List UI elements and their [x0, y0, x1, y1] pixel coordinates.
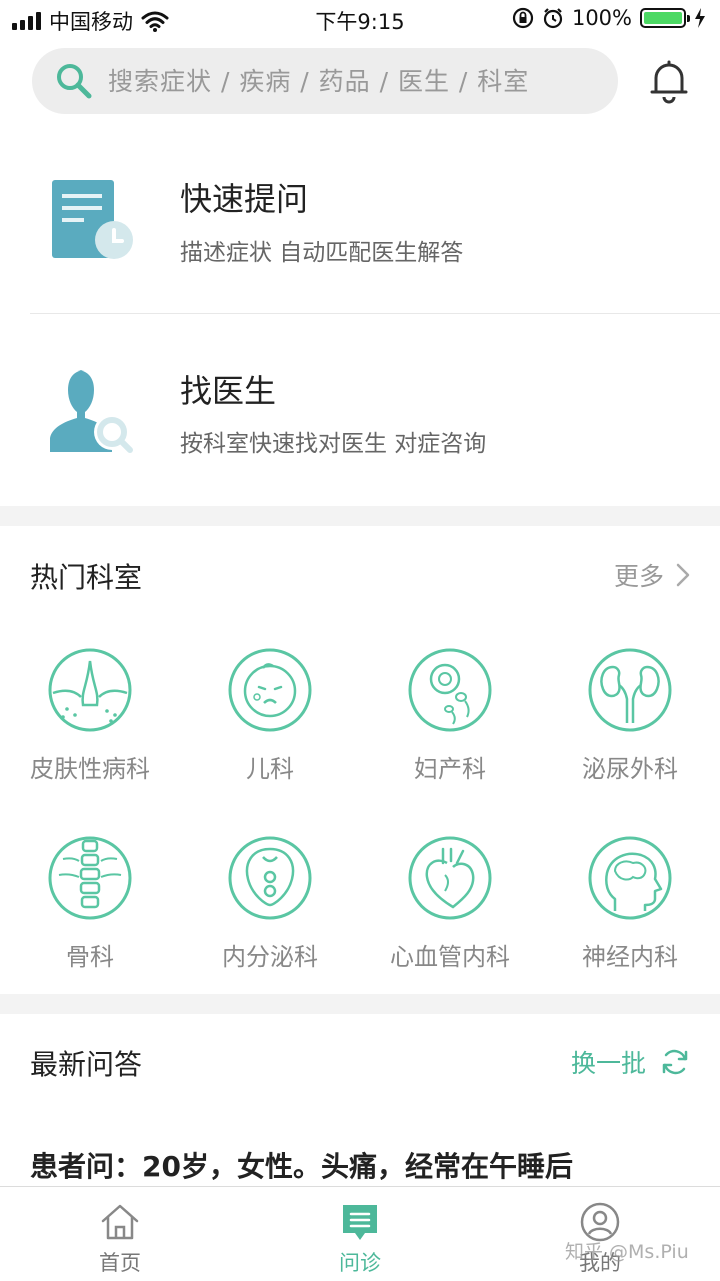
- egg-sperm-icon: [408, 648, 492, 732]
- refresh-batch-button[interactable]: 换一批: [571, 1044, 690, 1080]
- tab-profile[interactable]: 我的: [480, 1187, 720, 1281]
- dept-label: 神经内科: [582, 943, 678, 971]
- find-doctor-title: 找医生: [180, 372, 277, 410]
- tab-home[interactable]: 首页: [0, 1187, 240, 1281]
- consult-icon: [343, 1205, 377, 1240]
- doctor-search-icon: [50, 370, 133, 453]
- dept-urology[interactable]: 泌尿外科: [540, 647, 720, 797]
- dept-label: 儿科: [246, 755, 294, 783]
- spine-icon: [48, 836, 132, 920]
- watermark: 知乎 @Ms.Piu: [565, 1241, 689, 1263]
- dept-label: 心血管内科: [390, 943, 510, 971]
- refresh-label: 换一批: [570, 1049, 646, 1078]
- quick-question-desc: 描述症状 自动匹配医生解答: [180, 240, 464, 266]
- brain-icon: [588, 836, 672, 920]
- refresh-icon: [662, 1049, 688, 1075]
- dept-endocrinology[interactable]: 内分泌科: [180, 835, 360, 985]
- chevron-right-icon: [676, 563, 690, 587]
- find-doctor-row[interactable]: 找医生 按科室快速找对医生 对症咨询: [0, 0, 720, 457]
- tab-label: 首页: [99, 1251, 141, 1275]
- tab-label: 问诊: [339, 1251, 381, 1275]
- dept-cardiology[interactable]: 心血管内科: [360, 835, 540, 985]
- dept-pediatrics[interactable]: 儿科: [180, 647, 360, 797]
- dept-label: 内分泌科: [222, 943, 318, 971]
- tab-consult[interactable]: 问诊: [240, 1187, 480, 1281]
- kidney-icon: [588, 648, 672, 732]
- endocrine-icon: [228, 836, 312, 920]
- question-preview[interactable]: 患者问：20岁，女性。头痛，经常在午睡后: [30, 1145, 573, 1185]
- dept-neurology[interactable]: 神经内科: [540, 835, 720, 985]
- find-doctor-desc: 按科室快速找对医生 对症咨询: [180, 431, 487, 457]
- departments-title: 热门科室: [30, 561, 143, 594]
- more-label: 更多: [613, 562, 664, 591]
- heart-icon: [408, 836, 492, 920]
- divider: [30, 313, 720, 314]
- dept-label: 泌尿外科: [582, 755, 678, 783]
- section-gap: [0, 506, 720, 526]
- dept-obstetrics[interactable]: 妇产科: [360, 647, 540, 797]
- dept-label: 妇产科: [414, 755, 486, 783]
- dept-dermatology[interactable]: 皮肤性病科: [0, 647, 180, 797]
- dept-orthopedics[interactable]: 骨科: [0, 835, 180, 985]
- qa-title: 最新问答: [30, 1048, 143, 1081]
- skin-icon: [48, 648, 132, 732]
- baby-icon: [228, 648, 312, 732]
- dept-label: 皮肤性病科: [30, 755, 150, 783]
- more-departments-link[interactable]: 更多: [614, 557, 690, 593]
- tab-bar: 首页 问诊 我的: [0, 1186, 720, 1281]
- home-icon: [101, 1204, 139, 1240]
- dept-label: 骨科: [66, 943, 114, 971]
- section-gap: [0, 994, 720, 1014]
